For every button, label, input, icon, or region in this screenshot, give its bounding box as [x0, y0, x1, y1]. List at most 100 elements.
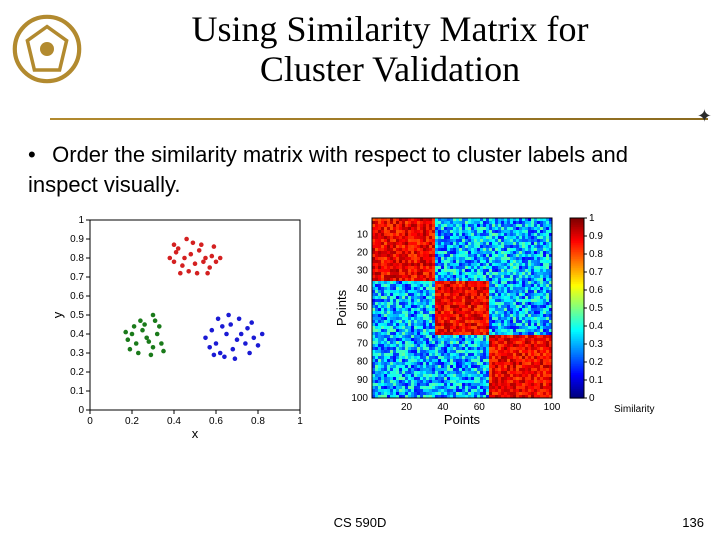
heatmap-cell: [486, 338, 489, 341]
heatmap-cell: [411, 293, 414, 296]
heatmap-cell: [531, 239, 534, 242]
heatmap-cell: [387, 290, 390, 293]
heatmap-cell: [405, 269, 408, 272]
heatmap-cell: [540, 242, 543, 245]
heatmap-cell: [462, 224, 465, 227]
heatmap-cell: [477, 374, 480, 377]
heatmap-cell: [513, 344, 516, 347]
heatmap-cell: [387, 266, 390, 269]
heatmap-cell: [486, 269, 489, 272]
heatmap-cell: [534, 326, 537, 329]
heatmap-cell: [474, 263, 477, 266]
heatmap-cell: [498, 287, 501, 290]
heatmap-cell: [456, 368, 459, 371]
heatmap-cell: [483, 383, 486, 386]
heatmap-cell: [405, 368, 408, 371]
heatmap-cell: [435, 251, 438, 254]
heatmap-cell: [444, 383, 447, 386]
heatmap-cell: [468, 359, 471, 362]
heatmap-cell: [447, 248, 450, 251]
heatmap-cell: [519, 329, 522, 332]
heatmap-cell: [471, 350, 474, 353]
heatmap-cell: [483, 260, 486, 263]
heatmap-cell: [528, 377, 531, 380]
heatmap-cell: [546, 368, 549, 371]
heatmap-cell: [435, 305, 438, 308]
heatmap-cell: [426, 314, 429, 317]
heatmap-cell: [504, 242, 507, 245]
heatmap-cell: [402, 218, 405, 221]
heatmap-cell: [480, 392, 483, 395]
heatmap-cell: [480, 281, 483, 284]
heatmap-cell: [447, 365, 450, 368]
heatmap-cell: [459, 293, 462, 296]
heatmap-cell: [483, 302, 486, 305]
heatmap-cell: [522, 332, 525, 335]
heatmap-cell: [429, 242, 432, 245]
heatmap-cell: [489, 227, 492, 230]
heatmap-cell: [456, 287, 459, 290]
scatter-point: [176, 246, 181, 251]
heatmap-cell: [378, 275, 381, 278]
heatmap-cell: [405, 362, 408, 365]
heatmap-cell: [507, 269, 510, 272]
heatmap-cell: [477, 386, 480, 389]
heatmap-cell: [468, 368, 471, 371]
heatmap-cell: [465, 236, 468, 239]
heatmap-cell: [405, 329, 408, 332]
heatmap-cell: [522, 380, 525, 383]
heatmap-cell: [417, 329, 420, 332]
heatmap-cell: [507, 320, 510, 323]
heatmap-cell: [390, 365, 393, 368]
heatmap-cell: [387, 275, 390, 278]
heatmap-cell: [477, 269, 480, 272]
heatmap-cell: [513, 320, 516, 323]
heatmap-cell: [537, 281, 540, 284]
heatmap-cell: [495, 392, 498, 395]
heatmap-cell: [516, 260, 519, 263]
heatmap-cell: [378, 284, 381, 287]
heatmap-cell: [453, 338, 456, 341]
heatmap-cell: [486, 248, 489, 251]
heatmap-cell: [444, 392, 447, 395]
heatmap-cell: [504, 311, 507, 314]
heatmap-cell: [537, 302, 540, 305]
heatmap-cell: [486, 227, 489, 230]
heatmap-cell: [438, 356, 441, 359]
heatmap-cell: [378, 332, 381, 335]
heatmap-cell: [492, 299, 495, 302]
heatmap-cell: [420, 311, 423, 314]
heatmap-cell: [414, 392, 417, 395]
heatmap-cell: [513, 248, 516, 251]
heatmap-cell: [381, 278, 384, 281]
heatmap-cell: [489, 380, 492, 383]
heatmap-cell: [471, 257, 474, 260]
heatmap-cell: [426, 362, 429, 365]
heatmap-cell: [534, 272, 537, 275]
heatmap-cell: [462, 392, 465, 395]
footer-page: 136: [682, 515, 704, 530]
heatmap-cell: [534, 227, 537, 230]
heatmap-cell: [513, 251, 516, 254]
heatmap-cell: [411, 260, 414, 263]
heatmap-cell: [465, 308, 468, 311]
heatmap-cell: [453, 278, 456, 281]
heatmap-cell: [486, 266, 489, 269]
heatmap-cell: [438, 224, 441, 227]
heatmap-cell: [399, 230, 402, 233]
heatmap-cell: [471, 383, 474, 386]
heatmap-cell: [528, 302, 531, 305]
heatmap-cell: [426, 320, 429, 323]
heatmap-cell: [432, 335, 435, 338]
heatmap-cell: [474, 224, 477, 227]
heatmap-cell: [543, 293, 546, 296]
heatmap-cell: [543, 344, 546, 347]
heatmap-cell: [537, 341, 540, 344]
heatmap-cell: [510, 260, 513, 263]
heatmap-cell: [429, 284, 432, 287]
heatmap-cell: [492, 323, 495, 326]
heatmap-cell: [450, 302, 453, 305]
heatmap-cell: [468, 242, 471, 245]
heatmap-cell: [384, 323, 387, 326]
heatmap-cell: [474, 272, 477, 275]
